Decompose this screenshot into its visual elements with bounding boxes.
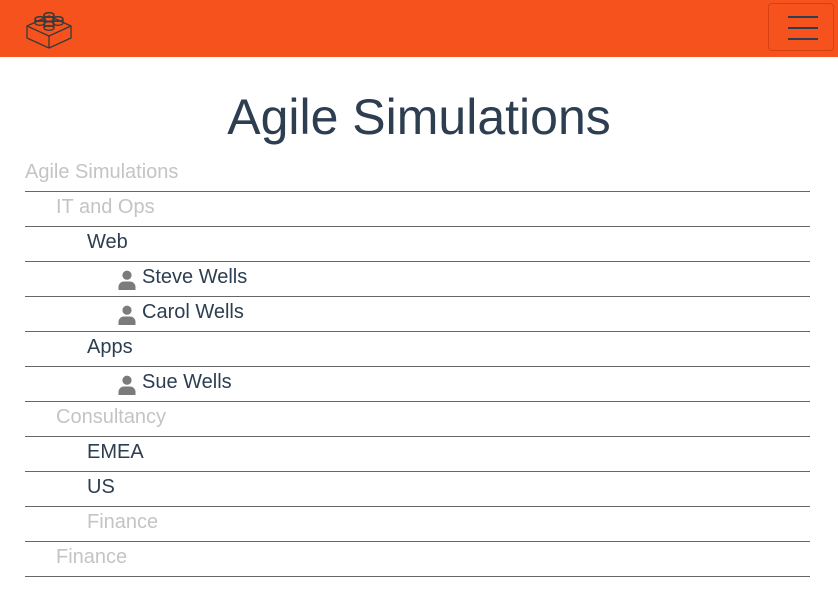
top-navbar	[0, 0, 838, 57]
tree-item[interactable]: Finance	[25, 542, 810, 577]
tree-item[interactable]: Agile Simulations	[25, 157, 810, 192]
tree-item-person[interactable]: Carol Wells	[25, 297, 810, 332]
lego-brick-icon	[26, 12, 72, 49]
brand-logo[interactable]	[24, 4, 74, 52]
tree-item-label: EMEA	[87, 441, 144, 463]
tree-item[interactable]: IT and Ops	[25, 192, 810, 227]
tree-item-label: Apps	[87, 336, 133, 358]
tree-item-label: Consultancy	[56, 406, 167, 428]
person-icon	[118, 375, 136, 395]
tree-item[interactable]: Finance	[25, 507, 810, 542]
tree-item-label: Finance	[87, 511, 159, 533]
tree-item[interactable]: Web	[25, 227, 810, 262]
tree-item-label: Steve Wells	[142, 266, 248, 288]
page-title: Agile Simulations	[227, 89, 611, 145]
tree-item-person[interactable]: Sue Wells	[25, 367, 810, 402]
tree-item-label: US	[87, 476, 115, 498]
person-icon	[118, 305, 136, 325]
tree-item-label: Agile Simulations	[25, 161, 179, 183]
menu-toggle-button[interactable]	[768, 3, 834, 51]
org-tree: Agile Simulations IT and Ops Web Steve W…	[25, 157, 810, 577]
tree-item-label: Web	[87, 231, 128, 253]
person-icon	[118, 270, 136, 290]
tree-item[interactable]: Apps	[25, 332, 810, 367]
tree-item-label: IT and Ops	[56, 196, 155, 218]
tree-item[interactable]: Consultancy	[25, 402, 810, 437]
tree-item[interactable]: US	[25, 472, 810, 507]
tree-item-label: Carol Wells	[142, 301, 244, 323]
tree-item-label: Sue Wells	[142, 371, 232, 393]
tree-item-label: Finance	[56, 546, 128, 568]
tree-item[interactable]: EMEA	[25, 437, 810, 472]
tree-item-person[interactable]: Steve Wells	[25, 262, 810, 297]
